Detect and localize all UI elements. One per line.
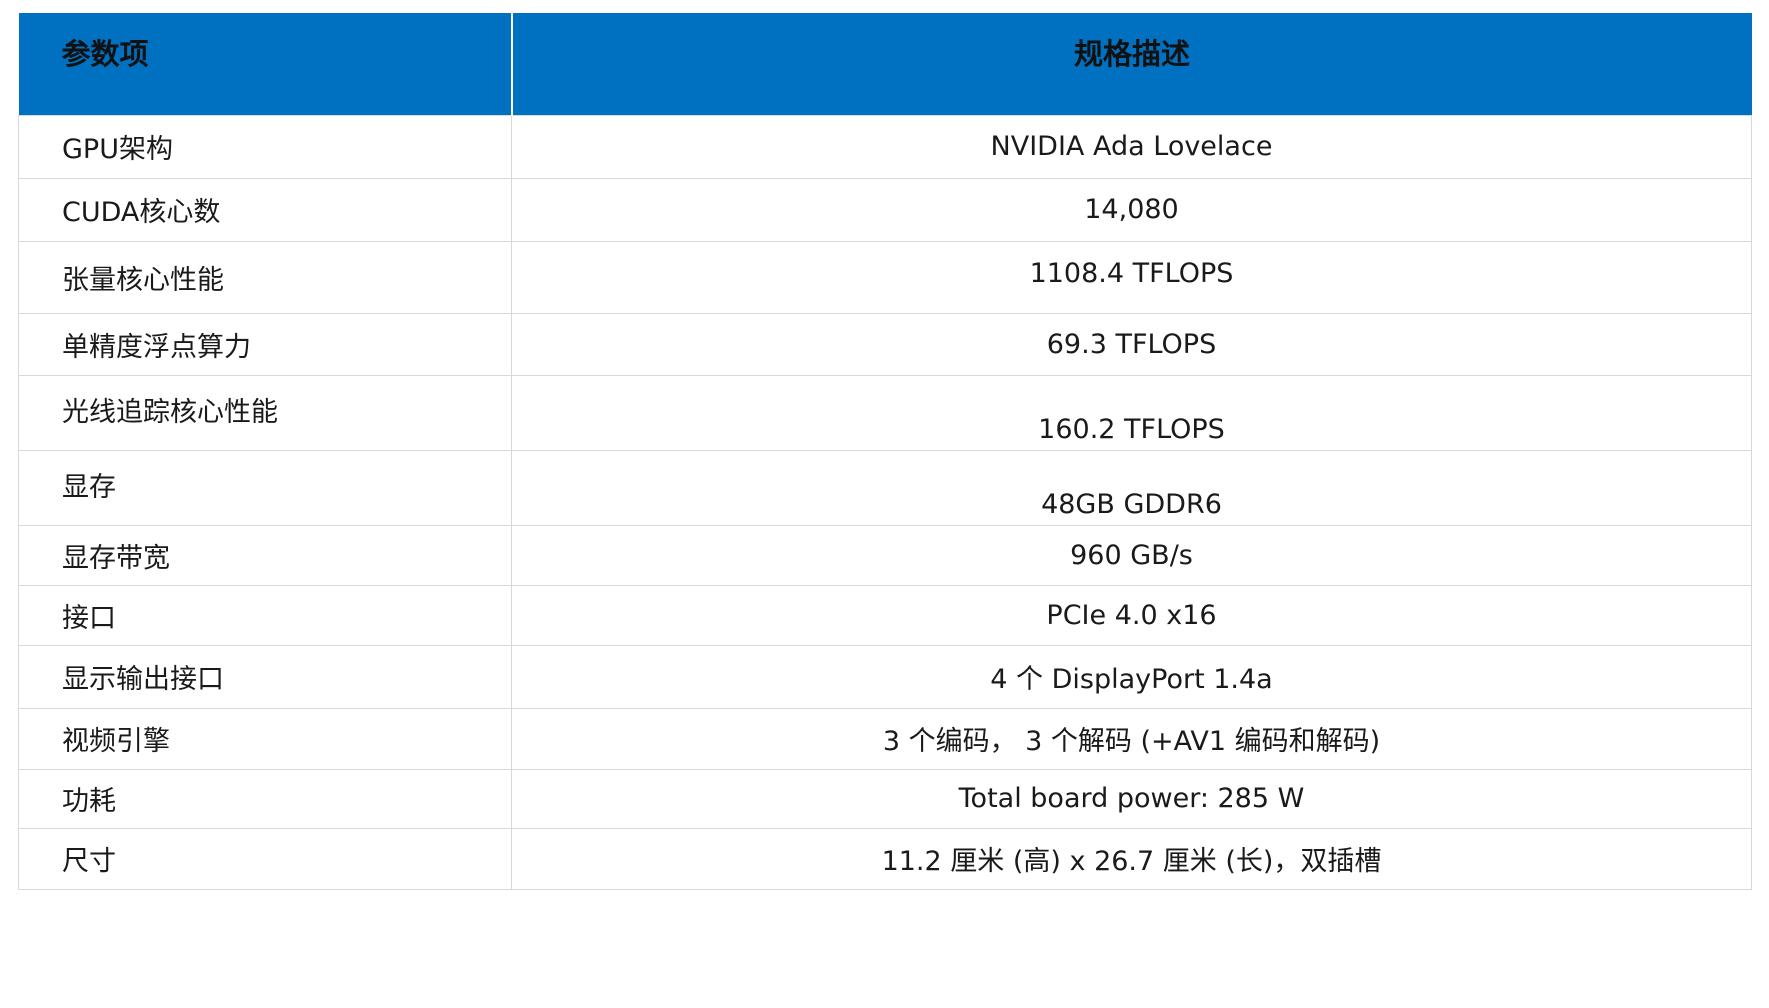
table-row: 尺寸 11.2 厘米 (高) x 26.7 厘米 (长)，双插槽 xyxy=(18,827,1752,890)
row-value: 160.2 TFLOPS xyxy=(511,374,1752,451)
row-param: 视频引擎 xyxy=(18,707,512,770)
table-row: 张量核心性能 1108.4 TFLOPS xyxy=(18,240,1752,314)
row-value: 3 个编码， 3 个解码 (+AV1 编码和解码) xyxy=(511,707,1752,770)
row-param: 显示输出接口 xyxy=(18,644,512,709)
row-value: 4 个 DisplayPort 1.4a xyxy=(511,644,1752,709)
spec-table: 参数项 规格描述 GPU架构 NVIDIA Ada Lovelace CUDA核… xyxy=(18,13,1752,890)
row-param: CUDA核心数 xyxy=(18,177,512,242)
row-value: Total board power: 285 W xyxy=(511,768,1752,829)
row-param: 显存带宽 xyxy=(18,524,512,586)
table-row: 显存带宽 960 GB/s xyxy=(18,524,1752,586)
row-value: 14,080 xyxy=(511,177,1752,242)
row-value: 1108.4 TFLOPS xyxy=(511,240,1752,314)
table-header: 参数项 规格描述 xyxy=(18,13,1752,115)
row-value: PCIe 4.0 x16 xyxy=(511,584,1752,646)
row-param: 张量核心性能 xyxy=(18,240,512,314)
table-row: 视频引擎 3 个编码， 3 个解码 (+AV1 编码和解码) xyxy=(18,707,1752,770)
row-value: 48GB GDDR6 xyxy=(511,449,1752,526)
table-row: 光线追踪核心性能 160.2 TFLOPS xyxy=(18,374,1752,451)
table-row: GPU架构 NVIDIA Ada Lovelace xyxy=(18,114,1752,179)
row-value: 960 GB/s xyxy=(511,524,1752,586)
table-row: 功耗 Total board power: 285 W xyxy=(18,768,1752,829)
row-value: NVIDIA Ada Lovelace xyxy=(511,114,1752,179)
table-row: 接口 PCIe 4.0 x16 xyxy=(18,584,1752,646)
row-param: 尺寸 xyxy=(18,827,512,890)
row-param: 光线追踪核心性能 xyxy=(18,374,512,451)
header-spec: 规格描述 xyxy=(511,13,1752,115)
row-param: 接口 xyxy=(18,584,512,646)
row-value: 69.3 TFLOPS xyxy=(511,312,1752,376)
row-param: 功耗 xyxy=(18,768,512,829)
row-param: 显存 xyxy=(18,449,512,526)
table-row: 显存 48GB GDDR6 xyxy=(18,449,1752,526)
table-body: GPU架构 NVIDIA Ada Lovelace CUDA核心数 14,080… xyxy=(18,114,1752,890)
table-row: 单精度浮点算力 69.3 TFLOPS xyxy=(18,312,1752,376)
header-param: 参数项 xyxy=(18,13,513,115)
row-param: GPU架构 xyxy=(18,114,512,179)
header-row: 参数项 规格描述 xyxy=(18,13,1752,115)
row-value: 11.2 厘米 (高) x 26.7 厘米 (长)，双插槽 xyxy=(511,827,1752,890)
row-param: 单精度浮点算力 xyxy=(18,312,512,376)
table-row: CUDA核心数 14,080 xyxy=(18,177,1752,242)
table-row: 显示输出接口 4 个 DisplayPort 1.4a xyxy=(18,644,1752,709)
